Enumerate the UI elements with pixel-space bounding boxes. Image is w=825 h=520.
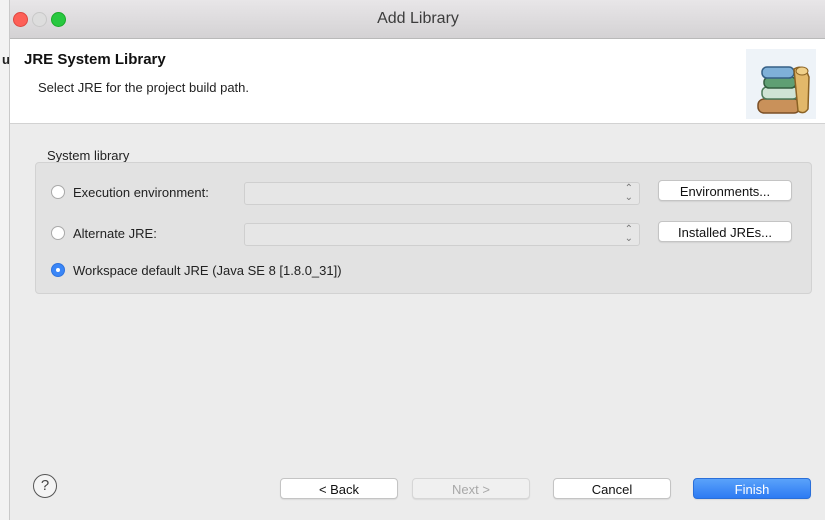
next-button[interactable]: Next > [412, 478, 530, 499]
execution-environment-label: Execution environment: [73, 185, 209, 200]
system-library-label: System library [47, 148, 130, 163]
alternate-jre-label: Alternate JRE: [73, 226, 157, 241]
environments-button[interactable]: Environments... [658, 180, 792, 201]
window-title: Add Library [377, 10, 459, 27]
system-library-group: Execution environment: ⌃ ⌄ Environments..… [35, 162, 812, 294]
workspace-default-row: Workspace default JRE (Java SE 8 [1.8.0_… [36, 258, 811, 284]
library-books-icon [746, 49, 816, 119]
wizard-header: JRE System Library Select JRE for the pr… [10, 39, 825, 124]
page-description: Select JRE for the project build path. [38, 80, 250, 95]
execution-environment-radio[interactable] [51, 185, 65, 199]
workspace-default-radio[interactable] [51, 263, 65, 277]
title-bar: Add Library [10, 0, 825, 39]
alternate-jre-radio[interactable] [51, 226, 65, 240]
chevron-updown-icon: ⌃ ⌄ [624, 224, 633, 244]
installed-jres-button[interactable]: Installed JREs... [658, 221, 792, 242]
page-title: JRE System Library [24, 51, 166, 68]
finish-button[interactable]: Finish [693, 478, 811, 499]
add-library-dialog: Add Library JRE System Library Select JR… [9, 0, 825, 520]
alternate-jre-row: Alternate JRE: ⌃ ⌄ Installed JREs... [36, 221, 811, 247]
workspace-default-label[interactable]: Workspace default JRE (Java SE 8 [1.8.0_… [73, 263, 342, 278]
cancel-button[interactable]: Cancel [553, 478, 671, 499]
help-icon[interactable]: ? [33, 474, 57, 498]
execution-environment-combo[interactable]: ⌃ ⌄ [244, 182, 640, 205]
chevron-updown-icon: ⌃ ⌄ [624, 183, 633, 203]
alternate-jre-combo[interactable]: ⌃ ⌄ [244, 223, 640, 246]
back-button[interactable]: < Back [280, 478, 398, 499]
execution-environment-row: Execution environment: ⌃ ⌄ Environments..… [36, 180, 811, 206]
